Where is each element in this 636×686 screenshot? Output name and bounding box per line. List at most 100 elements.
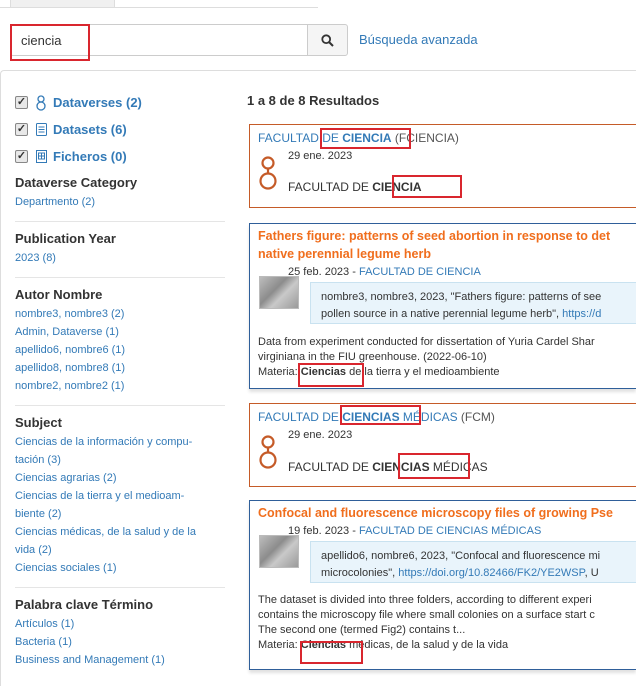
- desc-match: CIENCIAS: [372, 460, 430, 474]
- citation-line: apellido6, nombre6, 2023, "Confocal and …: [321, 550, 601, 562]
- file-icon: [34, 150, 48, 163]
- result-title[interactable]: FACULTAD DE CIENCIA (FCIENCIA): [258, 131, 459, 145]
- facet-item[interactable]: 2023 (8): [15, 249, 225, 267]
- facet-item[interactable]: nombre3, nombre3 (2): [15, 305, 225, 323]
- facet-item[interactable]: Admin, Dataverse (1): [15, 323, 225, 341]
- citation-text: microcolonies",: [321, 567, 399, 579]
- facet-item[interactable]: tación (3): [15, 451, 225, 469]
- result-title-text[interactable]: MÉDICAS: [400, 410, 458, 424]
- result-description: The dataset is divided into three folder…: [258, 593, 636, 653]
- dataverses-checkbox[interactable]: ✓: [15, 96, 28, 109]
- result-title-match[interactable]: CIENCIAS: [342, 410, 399, 424]
- facet-title: Palabra clave Término: [15, 597, 154, 612]
- results-count: 1 a 8 de 8 Resultados: [247, 93, 380, 108]
- facet-item[interactable]: Departmento (2): [15, 193, 225, 211]
- result-card-dataset: Confocal and fluorescence microscopy fil…: [249, 500, 636, 670]
- result-title[interactable]: Fathers figure: patterns of seed abortio…: [258, 227, 636, 263]
- materia-rest: médicas, de la salud y de la vida: [346, 639, 509, 651]
- desc-line: The second one (termed Fig2) contains t.…: [258, 624, 466, 636]
- facet-subject: Subject Ciencias de la información y com…: [15, 415, 225, 577]
- search-bar: Búsqueda avanzada: [10, 24, 630, 58]
- facet-item[interactable]: Artículos (1): [15, 615, 225, 633]
- result-description: FACULTAD DE CIENCIA: [288, 180, 422, 194]
- desc-line: Data from experiment conducted for disse…: [258, 336, 595, 348]
- parent-dataverse-link[interactable]: FACULTAD DE CIENCIAS MÉDICAS: [359, 525, 541, 537]
- citation-box: apellido6, nombre6, 2023, "Confocal and …: [310, 541, 636, 583]
- result-title-line[interactable]: Fathers figure: patterns of seed abortio…: [258, 227, 636, 245]
- result-card-dataset: Fathers figure: patterns of seed abortio…: [249, 223, 636, 389]
- search-icon: [321, 33, 334, 47]
- parent-dataverse-link[interactable]: FACULTAD DE CIENCIA: [359, 266, 481, 278]
- result-title-line[interactable]: Confocal and fluorescence microscopy fil…: [258, 504, 636, 522]
- desc-text: MÉDICAS: [429, 460, 488, 474]
- materia-rest: de la tierra y el medioambiente: [346, 366, 500, 378]
- facet-item[interactable]: vida (2): [15, 541, 225, 559]
- result-title-text[interactable]: FACULTAD DE: [258, 410, 342, 424]
- tab-strip: [0, 0, 318, 8]
- result-description: Data from experiment conducted for disse…: [258, 335, 636, 380]
- result-title[interactable]: Confocal and fluorescence microscopy fil…: [258, 504, 636, 522]
- result-title-line[interactable]: native perennial legume herb: [258, 245, 636, 263]
- materia-line: Materia: Ciencias médicas, de la salud y…: [258, 638, 636, 653]
- files-checkbox[interactable]: ✓: [15, 150, 28, 163]
- dataverse-icon: [259, 156, 277, 190]
- facet-type-label: Ficheros (0): [53, 149, 127, 164]
- facet-item[interactable]: Ciencias médicas, de la salud y de la: [15, 523, 225, 541]
- dataverse-icon: [34, 94, 48, 111]
- facet-item[interactable]: biente (2): [15, 505, 225, 523]
- divider: [15, 587, 225, 588]
- doi-link[interactable]: https://d: [562, 308, 601, 320]
- desc-text: FACULTAD DE: [288, 460, 373, 474]
- date-sep: -: [349, 525, 359, 537]
- facet-autor: Autor Nombre nombre3, nombre3 (2) Admin,…: [15, 287, 225, 395]
- search-button[interactable]: [307, 24, 348, 56]
- facet-publication-year: Publication Year 2023 (8): [15, 231, 225, 267]
- facet-item[interactable]: nombre2, nombre2 (1): [15, 377, 225, 395]
- facet-type-label: Datasets (6): [53, 122, 127, 137]
- desc-match: CIENCIA: [372, 180, 422, 194]
- date-sep: -: [349, 266, 359, 278]
- search-input[interactable]: [10, 24, 307, 56]
- facet-title: Autor Nombre: [15, 287, 103, 302]
- citation-line: microcolonies", https://doi.org/10.82466…: [321, 565, 636, 582]
- materia-line: Materia: Ciencias de la tierra y el medi…: [258, 365, 636, 380]
- result-title-suffix: (FCIENCIA): [391, 131, 459, 145]
- tab-active[interactable]: [10, 0, 115, 8]
- desc-line: contains the microscopy file where small…: [258, 609, 595, 621]
- result-date: 25 feb. 2023 - FACULTAD DE CIENCIA: [288, 266, 481, 278]
- facet-item[interactable]: Business and Management (1): [15, 651, 225, 669]
- doi-link[interactable]: https://doi.org/10.82466/FK2/YE2WSP: [398, 567, 584, 579]
- citation-line: pollen source in a native perennial legu…: [321, 306, 636, 323]
- facet-title: Dataverse Category: [15, 175, 138, 190]
- facet-item[interactable]: apellido8, nombre8 (1): [15, 359, 225, 377]
- result-title-match[interactable]: CIENCIA: [342, 131, 391, 145]
- facet-item[interactable]: Ciencias agrarias (2): [15, 469, 225, 487]
- materia-label: Materia:: [258, 639, 301, 651]
- divider: [15, 405, 225, 406]
- result-title-text[interactable]: FACULTAD DE: [258, 131, 342, 145]
- results-header: 1 a 8 de 8 Resultados: [247, 93, 636, 108]
- result-title[interactable]: FACULTAD DE CIENCIAS MÉDICAS (FCM): [258, 410, 495, 424]
- facet-item[interactable]: Ciencias sociales (1): [15, 559, 225, 577]
- facet-item[interactable]: Ciencias de la información y compu-: [15, 433, 225, 451]
- facet-type-datasets[interactable]: ✓ Datasets (6): [15, 120, 225, 139]
- divider: [15, 277, 225, 278]
- result-date: 29 ene. 2023: [288, 150, 353, 162]
- facet-type-files[interactable]: ✓ Ficheros (0): [15, 147, 225, 166]
- divider: [15, 221, 225, 222]
- dataset-icon: [34, 123, 48, 136]
- facet-title: Subject: [15, 415, 62, 430]
- facet-item[interactable]: apellido6, nombre6 (1): [15, 341, 225, 359]
- facet-item[interactable]: Ciencias de la tierra y el medioam-: [15, 487, 225, 505]
- advanced-search-link[interactable]: Búsqueda avanzada: [359, 32, 478, 47]
- dataset-thumbnail: [259, 535, 299, 568]
- result-card-dataverse: FACULTAD DE CIENCIA (FCIENCIA) 29 ene. 2…: [249, 124, 636, 208]
- materia-match: Ciencias: [300, 639, 347, 651]
- facet-type-dataverses[interactable]: ✓ Dataverses (2): [15, 93, 225, 112]
- desc-line: The dataset is divided into three folder…: [258, 594, 592, 606]
- dataverse-icon: [259, 435, 277, 469]
- facet-dataverse-category: Dataverse Category Departmento (2): [15, 175, 225, 211]
- datasets-checkbox[interactable]: ✓: [15, 123, 28, 136]
- facet-item[interactable]: Bacteria (1): [15, 633, 225, 651]
- facet-title: Publication Year: [15, 231, 116, 246]
